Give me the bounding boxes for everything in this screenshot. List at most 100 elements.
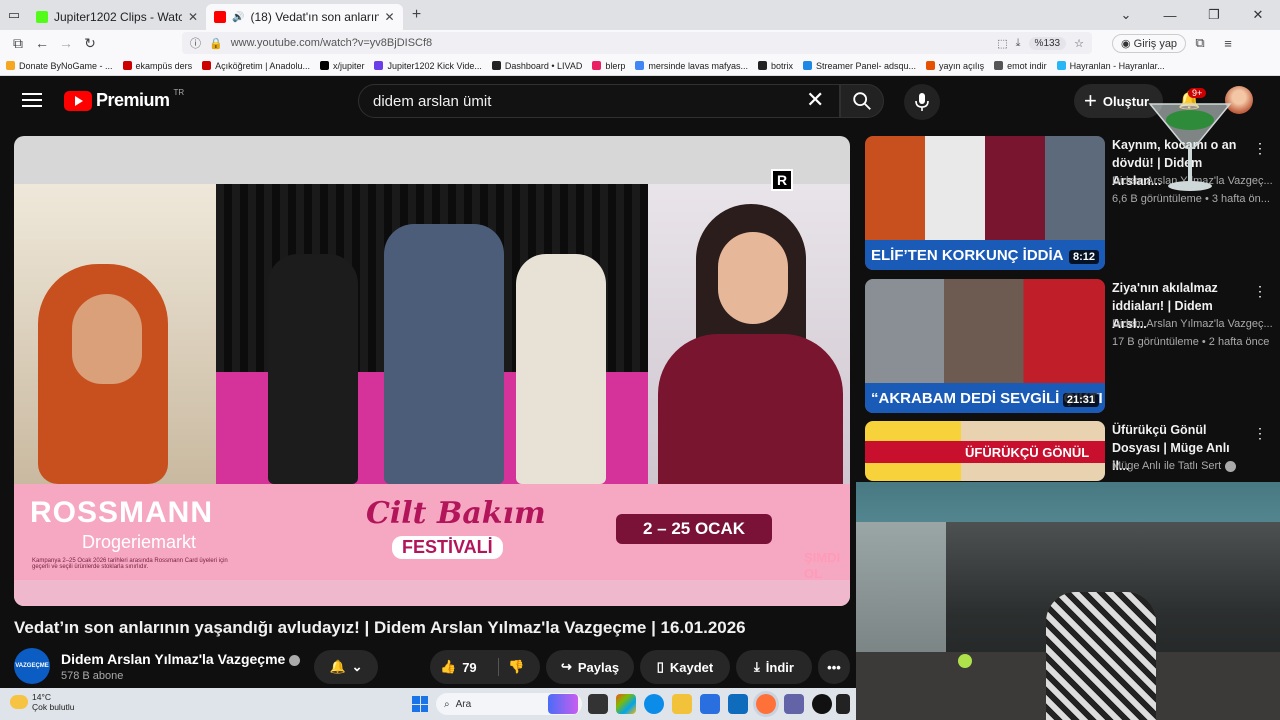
weather-widget[interactable]: 14°C Çok bulutlu [10,692,75,712]
extensions-icon[interactable]: ⧉ [1186,35,1214,51]
more-vertical-icon[interactable]: ⋮ [1253,425,1265,442]
bookmark-favicon-icon [802,61,812,70]
teams-icon[interactable] [784,694,804,714]
bookmark-item[interactable]: Donate ByNoGame - ... [6,61,113,71]
video-thumbnail[interactable]: ELİF’TEN KORKUNÇ İDDİA 8:12 [865,136,1105,270]
more-vertical-icon[interactable]: ⋮ [1253,140,1267,157]
url-text[interactable]: www.youtube.com/watch?v=yv8BjDISCf8 [231,37,990,49]
video-thumbnail[interactable]: “AKRABAM DEDİ SEVGİLİ ÇIKTI 21:31 [865,279,1105,413]
site-info-icon[interactable]: ⓘ [190,35,201,51]
login-button[interactable]: ◉ Giriş yap [1112,33,1187,53]
close-tab-icon[interactable]: ✕ [385,10,395,24]
search-button[interactable] [840,84,884,118]
reload-button[interactable]: ↻ [78,35,102,52]
save-button[interactable]: ▯ Kaydet [640,650,730,684]
login-label: Giriş yap [1133,37,1178,50]
minimize-button[interactable]: — [1148,8,1192,23]
bookmark-item[interactable]: x/jupiter [319,60,365,71]
bookmark-item[interactable]: blerp [592,61,625,71]
obs-icon[interactable] [812,694,832,714]
tab-list-icon[interactable]: ▭ [0,0,28,30]
bookmark-favicon-icon [592,61,602,70]
app-icon[interactable] [836,694,850,714]
screenshot-icon[interactable]: ⬚ [997,37,1007,50]
more-vertical-icon[interactable]: ⋮ [1253,283,1267,300]
edge-icon[interactable] [644,694,664,714]
bookmark-item[interactable]: ekampüs ders [122,61,192,71]
search-highlight-icon[interactable] [548,694,578,714]
ad-brand: ROSSMANN [30,496,214,529]
restore-button[interactable]: ❐ [1192,7,1236,23]
youtube-logo[interactable]: Premium TR [64,88,184,111]
bookmark-item[interactable]: mersinde lavas mafyas... [635,61,748,71]
save-label: Kaydet [669,659,714,675]
gaming-chair [1046,592,1156,720]
task-view-icon[interactable] [588,694,608,714]
forward-button[interactable]: → [54,35,78,51]
outlook-icon[interactable] [700,694,720,714]
hamburger-menu-icon[interactable] [22,93,42,111]
recommended-channel[interactable]: Didem Arslan Yılmaz'la Vazgeç... [1112,318,1273,330]
webcam-overlay [856,482,1280,720]
bookmark-favicon-icon [757,61,767,70]
more-actions-button[interactable]: ••• [818,650,850,684]
voice-search-button[interactable] [904,84,940,120]
address-bar[interactable]: ⓘ 🔒 www.youtube.com/watch?v=yv8BjDISCf8 … [182,32,1092,54]
webcam-ceiling [856,482,1280,522]
video-thumbnail[interactable]: ÜFÜRÜKÇÜ GÖNÜL [865,421,1105,481]
zoom-level[interactable]: %133 [1028,36,1067,50]
file-explorer-icon[interactable] [672,694,692,714]
tab-overflow-icon[interactable]: ⌄ [1104,7,1148,23]
close-tab-icon[interactable]: ✕ [188,10,198,24]
clear-search-icon[interactable]: ✕ [806,88,824,112]
tab-jupiter-clips[interactable]: Jupiter1202 Clips - Watch Live o ✕ [28,4,206,30]
ad-banner[interactable]: ROSSMANN Drogeriemarkt Kampanya 2–25 Oca… [14,484,850,581]
tab-youtube-video[interactable]: 🔊 (18) Vedat'ın son anlarının y ✕ [206,4,403,30]
youtube-header: Premium TR didem arslan ümit ✕ + Oluştur… [0,76,1280,126]
back-button[interactable]: ← [30,35,54,51]
share-button[interactable]: ↪ Paylaş [546,650,634,684]
remote-desktop-icon[interactable] [728,694,748,714]
bookmark-label: x/jupiter [332,60,365,71]
windows-taskbar: 14°C Çok bulutlu ⌕ Ara [0,688,856,720]
recommended-channel[interactable]: Müge Anlı ile Tatlı Sert [1112,460,1237,472]
channel-avatar[interactable]: VAZGEÇME [14,648,50,684]
firefox-icon[interactable] [756,694,776,714]
bookmark-item[interactable]: Açıköğretim | Anadolu... [202,61,310,71]
more-horizontal-icon: ••• [827,659,841,675]
video-player[interactable]: R ROSSMANN Drogeriemarkt Kampanya 2–25 O… [14,136,850,606]
ad-fine-print: Kampanya 2–25 Ocak 2026 tarihleri arasın… [32,558,228,570]
channel-name[interactable]: Didem Arslan Yılmaz'la Vazgeçme [61,651,301,667]
notification-subscribe-button[interactable]: 🔔 ⌄ [314,650,378,684]
download-button[interactable]: ⤓ İndir [736,650,812,684]
close-window-button[interactable]: ✕ [1236,7,1280,23]
bookmarks-bar: Donate ByNoGame - ... ekampüs ders Açıkö… [0,56,1280,76]
temperature: 14°C [32,692,51,702]
bookmark-item[interactable]: yayın açılış [926,61,984,71]
download-page-icon[interactable]: ⤓ [1016,37,1021,50]
sidebar-toggle-icon[interactable]: ⧉ [6,35,30,52]
search-icon [853,92,871,110]
like-button[interactable]: 👍 79 [440,659,477,675]
new-tab-button[interactable]: + [403,6,431,24]
bookmark-item[interactable]: Dashboard • LIVAD [491,61,582,71]
bookmark-item[interactable]: Jupiter1202 Kick Vide... [374,61,482,71]
dislike-button[interactable]: 👎 [508,659,524,675]
thumbnail-caption: ÜFÜRÜKÇÜ GÖNÜL [865,441,1105,463]
recommended-video[interactable]: ÜFÜRÜKÇÜ GÖNÜL Üfürükçü Gönül Dosyası | … [865,421,1265,481]
search-input[interactable]: didem arslan ümit [358,84,840,118]
speaker-icon[interactable]: 🔊 [232,12,244,23]
bookmark-label: botrix [770,60,793,71]
menu-icon[interactable]: ≡ [1214,36,1242,51]
bookmark-star-icon[interactable]: ☆ [1074,37,1084,50]
bookmark-item[interactable]: Streamer Panel- adsqu... [802,61,916,71]
microphone-icon [915,93,929,111]
recommended-video[interactable]: “AKRABAM DEDİ SEVGİLİ ÇIKTI 21:31 Ziya'n… [865,279,1273,415]
taskbar-search-label: Ara [455,698,472,710]
copilot-icon[interactable] [616,694,636,714]
bookmark-label: emot indir [1007,60,1047,71]
bookmark-item[interactable]: Hayranlan - Hayranlar... [1056,61,1165,71]
windows-start-icon[interactable] [412,696,428,712]
bookmark-item[interactable]: emot indir [994,61,1047,71]
bookmark-item[interactable]: botrix [757,60,793,71]
